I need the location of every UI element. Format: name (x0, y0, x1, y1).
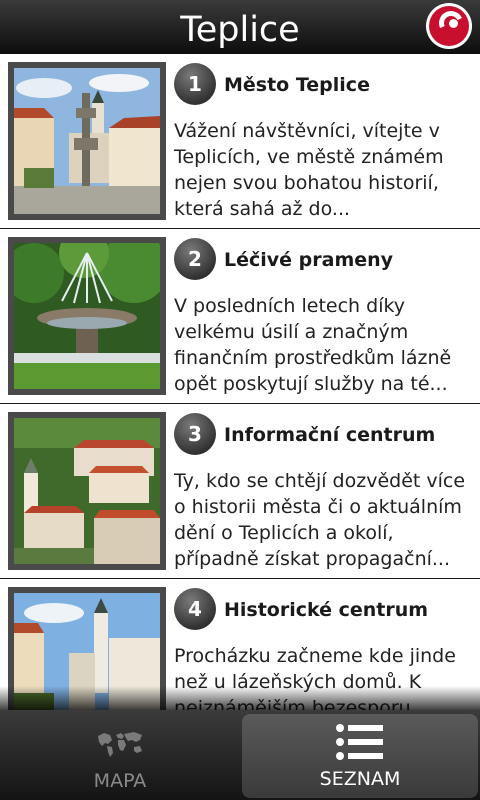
world-map-icon (98, 732, 142, 757)
place-list[interactable]: 1 Město Teplice Vážení návštěvníci, víte… (0, 54, 480, 710)
item-description: Ty, kdo se chtějí dozvědět více o histor… (174, 470, 466, 570)
item-number-badge: 4 (174, 588, 216, 630)
list-tab-button[interactable]: SEZNAM (242, 714, 478, 798)
item-title: Informační centrum (224, 424, 436, 446)
item-title: Léčivé prameny (224, 249, 394, 271)
aerial-view-image (8, 412, 166, 570)
bottom-navigation: MAPA SEZNAM (0, 710, 480, 800)
item-description: V posledních letech díky velkému úsilí a… (174, 295, 452, 395)
page-title: Teplice (180, 10, 300, 50)
item-number-badge: 2 (174, 238, 216, 280)
map-tab-button[interactable]: MAPA (0, 710, 240, 800)
list-item[interactable]: 2 Léčivé prameny V posledních letech dík… (0, 229, 480, 404)
list-icon (336, 724, 383, 760)
list-item[interactable]: 1 Město Teplice Vážení návštěvníci, víte… (0, 54, 480, 229)
fountain-image (8, 237, 166, 395)
item-description: Vážení návštěvníci, vítejte v Teplicích,… (174, 120, 444, 220)
teplice-logo-icon[interactable] (426, 3, 472, 49)
item-number-badge: 3 (174, 413, 216, 455)
list-fade-overlay (0, 686, 480, 710)
item-number-badge: 1 (174, 63, 216, 105)
list-tab-label: SEZNAM (319, 768, 401, 790)
item-title: Historické centrum (224, 599, 429, 621)
map-tab-label: MAPA (93, 770, 147, 792)
app-header: Teplice (0, 0, 480, 55)
item-title: Město Teplice (224, 74, 370, 96)
town-square-image (8, 62, 166, 220)
list-item[interactable]: 3 Informační centrum Ty, kdo se chtějí d… (0, 404, 480, 579)
